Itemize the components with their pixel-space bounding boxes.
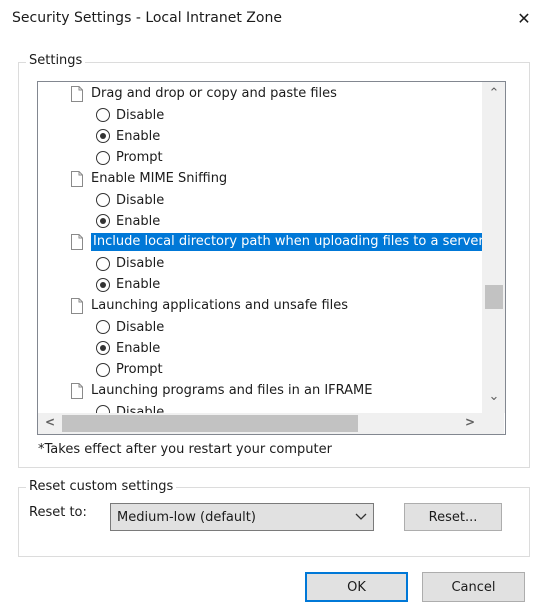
radio-label: Enable — [116, 213, 161, 229]
dialog-title: Security Settings - Local Intranet Zone — [12, 10, 282, 26]
radio-unchecked-icon — [96, 193, 110, 207]
close-icon: ✕ — [517, 8, 531, 28]
vertical-scrollbar[interactable]: ⌃ ⌄ — [482, 82, 505, 413]
radio-label: Enable — [116, 128, 161, 144]
restart-note: *Takes effect after you restart your com… — [38, 442, 332, 457]
radio-label: Disable — [116, 404, 165, 414]
chevron-down-icon — [355, 513, 367, 520]
radio-unchecked-icon — [96, 108, 110, 123]
setting-item-label: Drag and drop or copy and paste files — [91, 86, 337, 101]
document-icon — [71, 86, 83, 102]
setting-option-prompt[interactable]: Prompt — [96, 361, 163, 379]
setting-option-disable[interactable]: Disable — [96, 191, 164, 209]
setting-option-disable[interactable]: Disable — [96, 403, 164, 413]
setting-item[interactable]: Drag and drop or copy and paste files — [71, 85, 337, 103]
chevron-up-icon: ⌃ — [488, 86, 500, 101]
radio-unchecked-icon — [96, 150, 110, 165]
setting-item[interactable]: Launching applications and unsafe files — [71, 297, 348, 315]
radio-label: Disable — [116, 192, 165, 208]
setting-item[interactable]: Launching programs and files in an IFRAM… — [71, 382, 372, 400]
settings-list-content: Drag and drop or copy and paste files Dis… — [38, 82, 482, 413]
scroll-left-button[interactable]: < — [42, 415, 58, 432]
setting-option-disable[interactable]: Disable — [96, 255, 164, 273]
reset-level-dropdown[interactable]: Medium-low (default) — [110, 503, 374, 531]
scroll-down-button[interactable]: ⌄ — [483, 389, 505, 409]
setting-item-label: Enable MIME Sniffing — [91, 170, 228, 186]
radio-label: Disable — [116, 319, 165, 335]
radio-unchecked-icon — [96, 320, 110, 335]
setting-option-enable[interactable]: Enable — [96, 276, 160, 294]
ok-button[interactable]: OK — [305, 572, 408, 602]
radio-checked-icon — [96, 129, 110, 144]
scroll-up-button[interactable]: ⌃ — [483, 86, 505, 106]
horizontal-scroll-thumb[interactable] — [62, 415, 358, 432]
setting-option-enable[interactable]: Enable — [96, 339, 160, 357]
scroll-thumb[interactable] — [485, 285, 503, 309]
settings-list[interactable]: Drag and drop or copy and paste files Dis… — [37, 81, 506, 435]
setting-item-label: Launching programs and files in an IFRAM… — [91, 382, 373, 398]
scrollbar-corner — [482, 413, 504, 434]
radio-checked-icon — [96, 277, 110, 292]
radio-checked-icon — [96, 214, 110, 229]
reset-button[interactable]: Reset... — [404, 503, 502, 531]
document-icon — [71, 382, 83, 399]
close-button[interactable]: ✕ — [510, 4, 538, 32]
setting-option-disable[interactable]: Disable — [96, 318, 164, 336]
setting-item[interactable]: Include local directory path when upload… — [71, 233, 482, 252]
horizontal-scrollbar[interactable]: < > — [38, 413, 482, 434]
radio-label: Enable — [116, 277, 161, 293]
cancel-button[interactable]: Cancel — [422, 572, 525, 602]
scroll-right-button[interactable]: > — [462, 415, 478, 432]
setting-option-enable[interactable]: Enable — [96, 127, 160, 145]
settings-group-label: Settings — [26, 53, 86, 68]
document-icon — [71, 298, 83, 314]
radio-label: Prompt — [116, 362, 163, 378]
radio-checked-icon — [96, 341, 110, 356]
radio-unchecked-icon — [96, 256, 110, 271]
setting-item-label: Include local directory path when upload… — [91, 233, 482, 252]
setting-item-label: Launching applications and unsafe files — [91, 298, 349, 313]
radio-label: Disable — [116, 107, 165, 123]
chevron-down-icon: ⌄ — [488, 389, 500, 404]
setting-option-prompt[interactable]: Prompt — [96, 149, 163, 167]
radio-label: Disable — [116, 256, 165, 272]
radio-unchecked-icon — [96, 362, 110, 377]
setting-option-enable[interactable]: Enable — [96, 212, 160, 230]
chevron-left-icon: < — [44, 415, 56, 429]
setting-item[interactable]: Enable MIME Sniffing — [71, 170, 227, 188]
radio-label: Prompt — [116, 150, 163, 166]
dropdown-value: Medium-low (default) — [117, 510, 256, 525]
document-icon — [71, 170, 83, 187]
reset-group-label: Reset custom settings — [26, 479, 177, 494]
radio-unchecked-icon — [96, 405, 110, 413]
setting-option-disable[interactable]: Disable — [96, 106, 164, 124]
document-icon — [71, 234, 83, 251]
chevron-right-icon: > — [464, 415, 476, 429]
radio-label: Enable — [116, 340, 161, 356]
reset-to-label: Reset to: — [29, 505, 87, 520]
